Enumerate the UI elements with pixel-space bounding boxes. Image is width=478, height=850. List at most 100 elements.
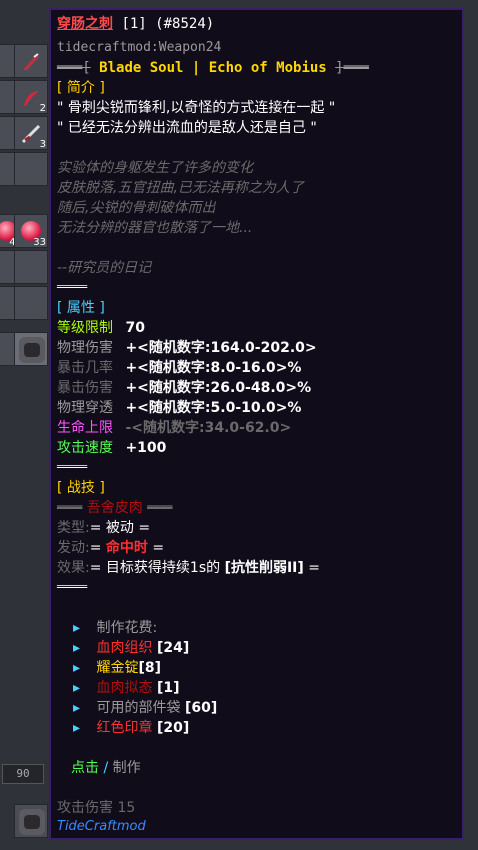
attr-prefix: +< — [125, 400, 149, 416]
attr-value: 随机数字:34.0-62.0 — [143, 420, 280, 436]
bullet-icon: ▸ — [73, 700, 81, 716]
skill-eq: = — [89, 560, 102, 576]
craft-item: ▸ 耀金锭[8] — [73, 659, 161, 677]
craft-button[interactable]: 制作 — [113, 760, 141, 776]
attr-prefix: +< — [125, 340, 149, 356]
lore-line: 皮肤脱落,五官扭曲,已无法再称之为人了 — [57, 180, 304, 196]
item-count: [1] — [121, 16, 147, 32]
skill-eq: = — [308, 560, 320, 576]
attr-row: 暴击几率 +<随机数字:8.0-16.0>% — [57, 359, 301, 377]
attr-name: 暴击伤害 — [57, 380, 113, 396]
attr-prefix: +< — [125, 360, 149, 376]
skill-name-line: ═══ 吾舍皮肉 ═══ — [57, 499, 173, 517]
item-registry: tidecraftmod:Weapon24 — [57, 40, 222, 55]
inventory-slot[interactable]: 33 — [14, 214, 48, 248]
series-prefix: ═══[ — [57, 60, 91, 76]
quote-line: " 已经无法分辨出流血的是敌人还是自己 " — [57, 120, 317, 136]
bullet-icon: ▸ — [73, 680, 81, 696]
attr-name: 生命上限 — [57, 420, 113, 436]
craft-item-qty: [60] — [184, 700, 218, 716]
craft-item-qty: [24] — [156, 640, 190, 656]
series-suffix: ]═══ — [335, 60, 369, 76]
series-line: ═══[ Blade Soul | Echo of Mobius ]═══ — [57, 59, 369, 77]
skill-header: [ 战技 ] — [57, 480, 105, 496]
craft-action[interactable]: 点击 / 制作 — [71, 759, 141, 777]
item-id: (#8524) — [155, 16, 215, 32]
click-label[interactable]: 点击 — [71, 760, 99, 776]
craft-item: ▸ 血肉组织 [24] — [73, 639, 189, 657]
craft-item: ▸ 红色印章 [20] — [73, 719, 189, 737]
attr-value: 随机数字:26.0-48.0 — [148, 380, 286, 396]
craft-item-qty: [8] — [138, 660, 162, 676]
attr-suffix: >% — [275, 400, 302, 416]
attr-suffix: >% — [275, 360, 302, 376]
skill-effect-line: 效果:= 目标获得持续1s的 [抗性削弱II] = — [57, 559, 320, 577]
craft-item-name: 耀金锭 — [96, 660, 139, 676]
skill-eq: = — [89, 540, 102, 556]
inventory-slot[interactable] — [14, 44, 48, 78]
attr-name: 暴击几率 — [57, 360, 113, 376]
skill-trigger-line: 发动:= 命中时 = — [57, 539, 164, 557]
attr-name: 物理穿透 — [57, 400, 113, 416]
craft-item-qty: [20] — [156, 720, 190, 736]
attr-value: 随机数字:5.0-10.0 — [148, 400, 276, 416]
attr-name: 攻击速度 — [57, 440, 113, 456]
level-display: 90 — [2, 764, 44, 784]
item-count: 3 — [39, 139, 46, 150]
skill-effect-value: 目标获得持续1s的 — [105, 560, 221, 576]
attr-suffix: >% — [285, 380, 312, 396]
item-count: 33 — [33, 237, 46, 248]
attr-suffix: > — [279, 420, 292, 436]
lore-line: 无法分辨的器官也散落了一地... — [57, 220, 253, 236]
skill-deco-right: ═══ — [147, 500, 173, 516]
separator: ═════ — [57, 582, 88, 593]
lore-line: 实验体的身躯发生了许多的变化 — [57, 160, 253, 176]
inventory-slot[interactable] — [14, 804, 48, 838]
skill-eq: = — [152, 540, 165, 556]
weapon-icon — [23, 53, 39, 70]
skill-trigger-value: 命中时 — [105, 540, 148, 556]
item-count: 2 — [39, 103, 46, 114]
attr-name: 等级限制 — [57, 320, 113, 336]
attr-row: 物理伤害 +<随机数字:164.0-202.0> — [57, 339, 317, 357]
craft-item-name: 可用的部件袋 — [96, 700, 181, 716]
attr-value: 随机数字:164.0-202.0 — [148, 340, 305, 356]
attr-prefix: +< — [125, 380, 149, 396]
inventory-slot[interactable] — [14, 250, 48, 284]
attr-value: 70 — [125, 320, 145, 336]
attr-row: 物理穿透 +<随机数字:5.0-10.0>% — [57, 399, 301, 417]
skill-type-value: 被动 — [105, 520, 134, 536]
lore-line: 随后,尖锐的骨刺破体而出 — [57, 200, 216, 216]
item-title-line: 穿肠之刺 [1] (#8524) — [57, 15, 214, 33]
inventory-slot[interactable]: 2 — [14, 80, 48, 114]
attr-value: +100 — [125, 440, 167, 456]
bullet-icon: ▸ — [73, 640, 81, 656]
action-slash: / — [103, 760, 109, 776]
item-tooltip: 穿肠之刺 [1] (#8524) tidecraftmod:Weapon24 ═… — [49, 8, 464, 840]
inventory-slot[interactable]: 3 — [14, 116, 48, 150]
skill-effect-label: 效果: — [57, 560, 90, 576]
skill-type-label: 类型: — [57, 520, 90, 536]
inventory-slot[interactable] — [14, 332, 48, 366]
attr-row: 暴击伤害 +<随机数字:26.0-48.0>% — [57, 379, 311, 397]
inventory-slot[interactable] — [14, 286, 48, 320]
skill-effect-buff: [抗性削弱II] — [224, 560, 304, 576]
craft-item-name: 红色印章 — [96, 720, 153, 736]
bullet-icon: ▸ — [73, 620, 81, 636]
bullet-icon: ▸ — [73, 660, 81, 676]
diary-line: --研究员的日记 — [57, 260, 152, 276]
attr-row: 攻击速度 +100 — [57, 439, 166, 457]
bullet-icon: ▸ — [73, 720, 81, 736]
separator: ═════ — [57, 462, 88, 473]
attr-prefix: -< — [125, 420, 143, 436]
overlap-text: 攻击伤害 15 — [57, 800, 136, 816]
quote-line: " 骨刺尖锐而锋利,以奇怪的方式连接在一起 " — [57, 100, 336, 116]
attr-header: [ 属性 ] — [57, 300, 105, 316]
skill-type-line: 类型:= 被动 = — [57, 519, 150, 537]
skill-eq: = — [138, 520, 151, 536]
inventory-slot[interactable] — [14, 152, 48, 186]
craft-title: 制作花费: — [96, 620, 158, 636]
skill-deco-left: ═══ — [57, 500, 83, 516]
attr-value: 随机数字:8.0-16.0 — [148, 360, 276, 376]
intro-header: [ 简介 ] — [57, 80, 105, 96]
